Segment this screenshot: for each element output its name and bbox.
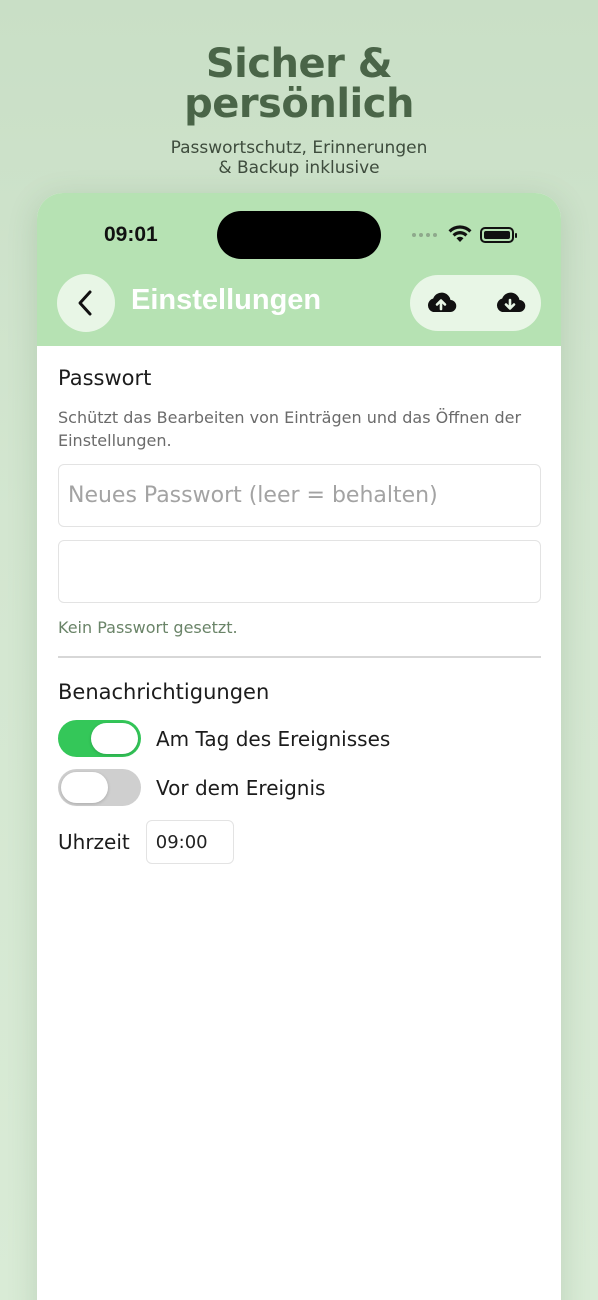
- promo-headline: Sicher & persönlich: [0, 44, 598, 124]
- back-button[interactable]: [57, 274, 115, 332]
- password-status: Kein Passwort gesetzt.: [58, 618, 238, 637]
- before-event-row: Vor dem Ereignis: [58, 769, 325, 806]
- notifications-section-title: Benachrichtigungen: [58, 680, 270, 704]
- password-description: Schützt das Bearbeiten von Einträgen und…: [58, 408, 522, 450]
- cloud-download-icon: [496, 292, 526, 313]
- confirm-password-input[interactable]: [59, 541, 540, 602]
- upload-backup-button[interactable]: [424, 287, 458, 319]
- promo-subtitle: Passwortschutz, Erinnerungen & Backup in…: [0, 138, 598, 178]
- wifi-icon: [448, 225, 472, 242]
- phone-screen: 09:01 Einstellungen Passwort Schützt das…: [37, 193, 561, 1300]
- dynamic-island: [217, 211, 381, 259]
- download-backup-button[interactable]: [493, 287, 527, 319]
- before-event-toggle[interactable]: [58, 769, 141, 806]
- section-divider: [58, 656, 541, 658]
- page-title: Einstellungen: [131, 284, 322, 316]
- promo-subtitle-line2: & Backup inklusive: [218, 158, 380, 178]
- password-section-title: Passwort: [58, 366, 152, 390]
- on-day-toggle[interactable]: [58, 720, 141, 757]
- toggle-knob: [91, 723, 138, 754]
- promo-title-line1: Sicher &: [205, 41, 393, 87]
- app-header: 09:01 Einstellungen: [37, 193, 561, 346]
- new-password-input[interactable]: [59, 465, 540, 526]
- backup-actions: [410, 275, 541, 331]
- status-time: 09:01: [104, 223, 158, 246]
- time-label: Uhrzeit: [58, 830, 130, 854]
- promo-title-line2: persönlich: [184, 81, 414, 127]
- before-event-label: Vor dem Ereignis: [156, 775, 326, 800]
- toggle-knob: [61, 772, 108, 803]
- chevron-left-icon: [78, 290, 92, 316]
- on-day-row: Am Tag des Ereignisses: [58, 720, 390, 757]
- battery-icon: [480, 227, 517, 243]
- cloud-upload-icon: [427, 292, 457, 313]
- new-password-field[interactable]: [58, 464, 541, 527]
- confirm-password-field[interactable]: [58, 540, 541, 603]
- on-day-label: Am Tag des Ereignisses: [156, 726, 391, 751]
- reminder-time-row: Uhrzeit 09:00: [58, 820, 234, 864]
- promo-subtitle-line1: Passwortschutz, Erinnerungen: [170, 138, 428, 158]
- signal-icon: [412, 233, 437, 237]
- time-input[interactable]: 09:00: [145, 820, 234, 864]
